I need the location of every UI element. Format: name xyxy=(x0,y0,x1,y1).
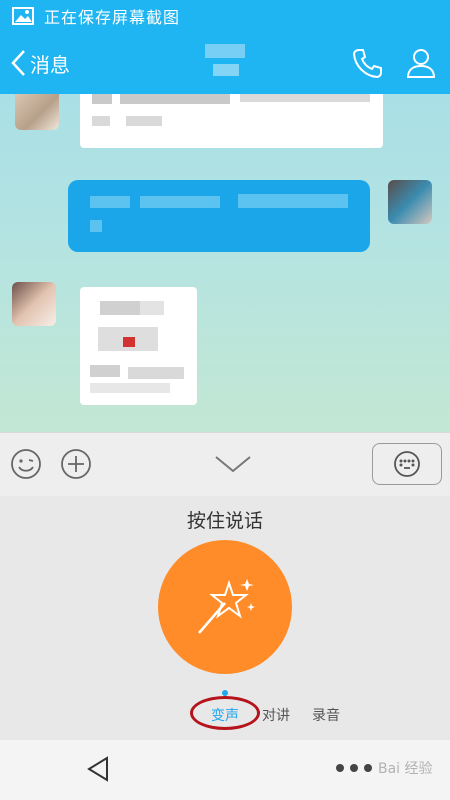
watermark-text: Bai 经验 xyxy=(378,761,433,777)
person-icon[interactable] xyxy=(404,46,438,80)
keyboard-icon xyxy=(394,451,420,477)
title-bar: 消息 xyxy=(0,32,450,94)
back-button[interactable]: 消息 xyxy=(10,46,70,80)
voice-panel: 按住说话 变声 对讲 录音 xyxy=(0,496,450,740)
back-label: 消息 xyxy=(30,52,70,77)
voice-hint: 按住说话 xyxy=(186,510,263,532)
keyboard-toggle-button[interactable] xyxy=(372,443,442,485)
triangle-back-icon[interactable] xyxy=(83,754,113,784)
watermark-logo: Bai 经验 xyxy=(360,754,440,784)
message-bubble-received[interactable] xyxy=(80,94,383,148)
smiley-icon[interactable] xyxy=(10,448,42,480)
voice-record-button[interactable] xyxy=(158,540,292,674)
image-icon xyxy=(12,7,34,25)
chevron-left-icon xyxy=(11,50,25,76)
tab-intercom[interactable]: 对讲 xyxy=(262,705,290,725)
annotation-ellipse xyxy=(190,696,260,730)
magic-wand-icon xyxy=(198,579,255,634)
status-bar: 正在保存屏幕截图 xyxy=(0,0,450,32)
avatar[interactable] xyxy=(12,282,56,326)
chat-area xyxy=(0,94,450,432)
chevron-down-icon[interactable] xyxy=(214,453,252,475)
message-bubble-sent[interactable] xyxy=(68,180,370,252)
phone-icon[interactable] xyxy=(350,46,384,80)
tab-record[interactable]: 录音 xyxy=(312,705,340,725)
status-text: 正在保存屏幕截图 xyxy=(44,8,181,27)
navigation-bar: Bai 经验 xyxy=(0,740,450,800)
avatar[interactable] xyxy=(388,180,432,224)
message-bubble-image[interactable] xyxy=(80,287,197,405)
avatar[interactable] xyxy=(15,94,59,130)
input-toolbar xyxy=(0,432,450,497)
contact-name-blurred xyxy=(195,42,255,78)
plus-icon[interactable] xyxy=(60,448,92,480)
